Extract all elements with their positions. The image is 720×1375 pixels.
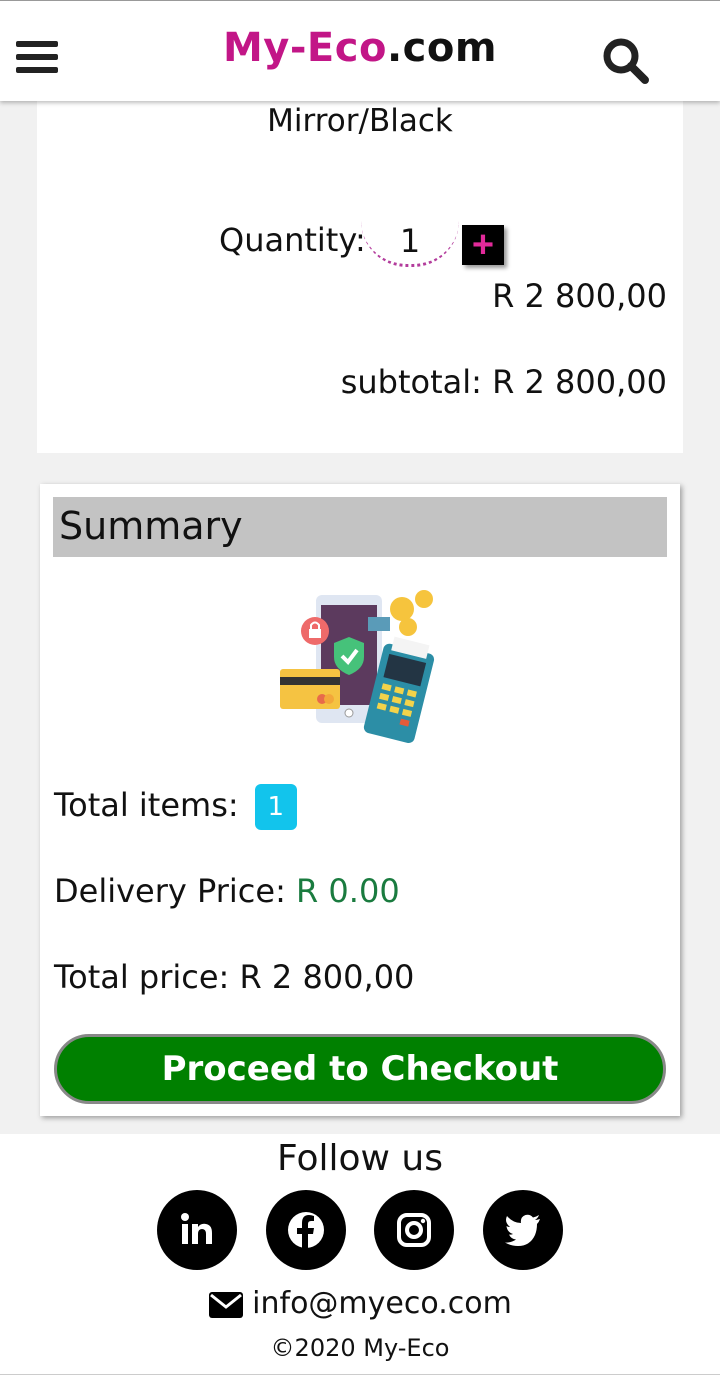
logo-tld: .com	[386, 25, 498, 71]
site-footer: Follow us info@myeco.com ©2020 My-Eco	[0, 1134, 720, 1375]
follow-us-heading: Follow us	[277, 1138, 443, 1179]
increase-quantity-button[interactable]: +	[462, 225, 504, 265]
top-navigation-bar: My-Eco.com	[0, 0, 720, 101]
item-price: R 2 800,00	[492, 277, 667, 315]
total-items-label: Total items:	[54, 786, 239, 824]
mobile-payment-illustration	[278, 589, 443, 754]
order-summary-card: Summary Total items: 1 Delivery Price: R…	[40, 484, 680, 1116]
total-price-label: Total price:	[54, 958, 230, 996]
envelope-icon	[209, 1291, 244, 1318]
item-subtotal: subtotal: R 2 800,00	[340, 363, 667, 401]
logo-brand: My-Eco	[222, 25, 387, 71]
total-price-row: Total price: R 2 800,00	[54, 958, 414, 996]
quantity-label: Quantity:	[219, 221, 366, 259]
delivery-price-value: R 0.00	[296, 872, 400, 910]
proceed-to-checkout-button[interactable]: Proceed to Checkout	[54, 1034, 666, 1104]
contact-email[interactable]: info@myeco.com	[0, 1286, 720, 1321]
product-variant: Mirror/Black	[267, 103, 453, 139]
linkedin-icon[interactable]	[157, 1190, 237, 1270]
instagram-icon[interactable]	[374, 1190, 454, 1270]
quantity-field[interactable]: 1	[361, 221, 459, 267]
facebook-icon[interactable]	[266, 1190, 346, 1270]
cart-item-card: Mirror/Black Quantity: 1 + R 2 800,00 su…	[37, 101, 683, 453]
copyright-text: ©2020 My-Eco	[270, 1334, 450, 1362]
email-address[interactable]: info@myeco.com	[252, 1286, 512, 1321]
summary-title: Summary	[53, 497, 667, 557]
total-items-badge: 1	[254, 784, 297, 830]
search-icon[interactable]	[600, 35, 652, 87]
total-items-row: Total items: 1	[54, 784, 297, 830]
total-price-value: R 2 800,00	[239, 958, 415, 996]
twitter-icon[interactable]	[483, 1190, 563, 1270]
delivery-price-row: Delivery Price: R 0.00	[54, 872, 400, 910]
delivery-price-label: Delivery Price:	[54, 872, 286, 910]
